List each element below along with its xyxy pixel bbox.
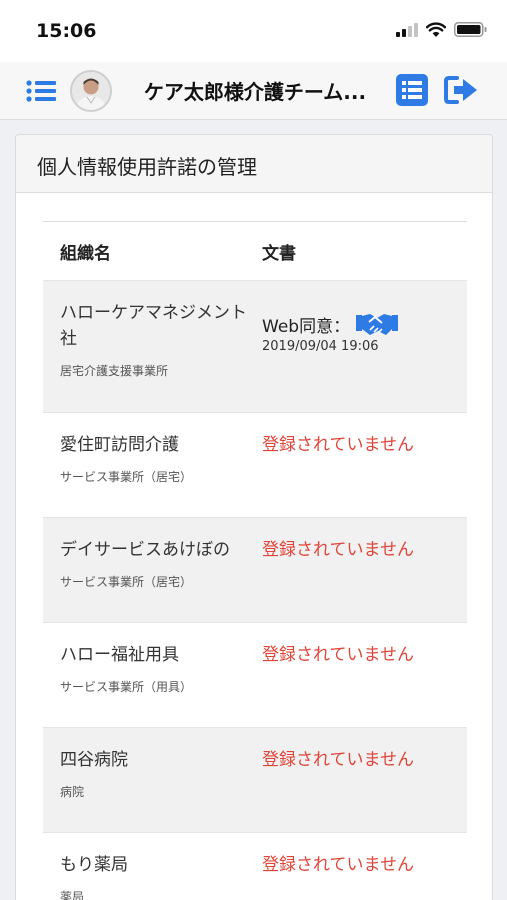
table-row[interactable]: ハロー福祉用具 サービス事業所（用具） 登録されていません (43, 623, 467, 728)
status-icons (396, 22, 487, 37)
org-name: 四谷病院 (60, 750, 128, 770)
column-header-doc: 文書 (262, 243, 296, 264)
consent-card: 個人情報使用許諾の管理 組織名 文書 ハローケアマネジメント社 居宅介護支援事業… (15, 134, 493, 900)
list-view-icon[interactable] (396, 74, 428, 106)
logout-icon[interactable] (444, 75, 480, 105)
table-row[interactable]: 四谷病院 病院 登録されていません (43, 728, 467, 833)
org-name: もり薬局 (60, 855, 128, 875)
org-type: 居宅介護支援事業所 (60, 364, 169, 378)
doc-status: 登録されていません (262, 435, 414, 455)
doc-cell: 登録されていません (262, 413, 467, 517)
org-type: サービス事業所（居宅） (60, 470, 193, 484)
menu-list-icon[interactable] (26, 80, 56, 102)
table-row[interactable]: ハローケアマネジメント社 居宅介護支援事業所 Web同意： 2019/09/04… (43, 281, 467, 413)
doc-cell: 登録されていません (262, 623, 467, 727)
org-cell: もり薬局 薬局 (43, 833, 262, 900)
web-consent-label: Web同意： (262, 316, 351, 337)
table-header: 組織名 文書 (43, 222, 467, 281)
org-type: サービス事業所（用具） (60, 680, 193, 694)
org-type: 薬局 (60, 890, 85, 900)
org-cell: ハローケアマネジメント社 居宅介護支援事業所 (43, 281, 262, 412)
web-consent-line: Web同意： (262, 311, 467, 337)
consent-table: 組織名 文書 ハローケアマネジメント社 居宅介護支援事業所 Web同意： 201… (43, 221, 467, 900)
table-row[interactable]: 愛住町訪問介護 サービス事業所（居宅） 登録されていません (43, 413, 467, 518)
doc-status: 登録されていません (262, 855, 414, 875)
table-row[interactable]: もり薬局 薬局 登録されていません (43, 833, 467, 900)
doc-cell: 登録されていません (262, 728, 467, 832)
org-cell: ハロー福祉用具 サービス事業所（用具） (43, 623, 262, 727)
card-title: 個人情報使用許諾の管理 (16, 135, 492, 193)
doc-status: 登録されていません (262, 540, 414, 560)
doc-cell: Web同意： 2019/09/04 19:06 (262, 281, 467, 412)
page-title: ケア太郎様介護チーム... (143, 80, 367, 104)
org-name: 愛住町訪問介護 (60, 435, 179, 455)
column-header-org: 組織名 (60, 243, 111, 264)
org-type: 病院 (60, 785, 85, 799)
status-time: 15:06 (36, 20, 97, 42)
org-name: ハロー福祉用具 (60, 645, 179, 665)
handshake-icon[interactable] (356, 311, 399, 337)
org-cell: 四谷病院 病院 (43, 728, 262, 832)
wifi-icon (426, 22, 446, 37)
doc-status: 登録されていません (262, 645, 414, 665)
org-cell: 愛住町訪問介護 サービス事業所（居宅） (43, 413, 262, 517)
org-name: ハローケアマネジメント社 (60, 303, 247, 349)
consent-date: 2019/09/04 19:06 (262, 339, 379, 354)
table-row[interactable]: デイサービスあけぼの サービス事業所（居宅） 登録されていません (43, 518, 467, 623)
app-header: ケア太郎様介護チーム... (0, 62, 507, 120)
org-type: サービス事業所（居宅） (60, 575, 193, 589)
battery-icon (454, 22, 487, 37)
org-cell: デイサービスあけぼの サービス事業所（居宅） (43, 518, 262, 622)
doc-cell: 登録されていません (262, 833, 467, 900)
avatar[interactable] (70, 70, 112, 112)
doc-status: 登録されていません (262, 750, 414, 770)
org-name: デイサービスあけぼの (60, 540, 230, 560)
signal-icon (396, 22, 418, 37)
doc-cell: 登録されていません (262, 518, 467, 622)
status-bar: 15:06 (0, 0, 507, 62)
user-avatar-icon (72, 72, 110, 110)
